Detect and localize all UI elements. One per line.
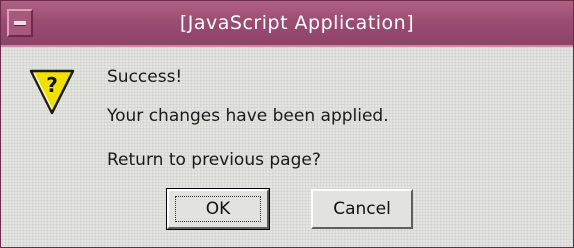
dialog-window: [JavaScript Application] ? Success! Your… <box>0 0 574 248</box>
svg-text:?: ? <box>46 73 58 97</box>
question-mark-icon: ? <box>29 69 75 115</box>
dialog-content: ? Success! Your changes have been applie… <box>1 47 573 247</box>
dialog-message: Your changes have been applied. <box>107 106 389 126</box>
cancel-button-label: Cancel <box>333 199 391 219</box>
dialog-heading: Success! <box>107 67 183 87</box>
window-menu-button[interactable] <box>7 9 33 37</box>
ok-button-label: OK <box>205 199 231 219</box>
window-menu-icon <box>14 21 26 26</box>
title-bar[interactable]: [JavaScript Application] <box>1 1 573 47</box>
window-title: [JavaScript Application] <box>179 12 415 34</box>
dialog-question: Return to previous page? <box>107 150 321 170</box>
ok-button[interactable]: OK <box>166 188 270 230</box>
cancel-button[interactable]: Cancel <box>311 189 413 229</box>
